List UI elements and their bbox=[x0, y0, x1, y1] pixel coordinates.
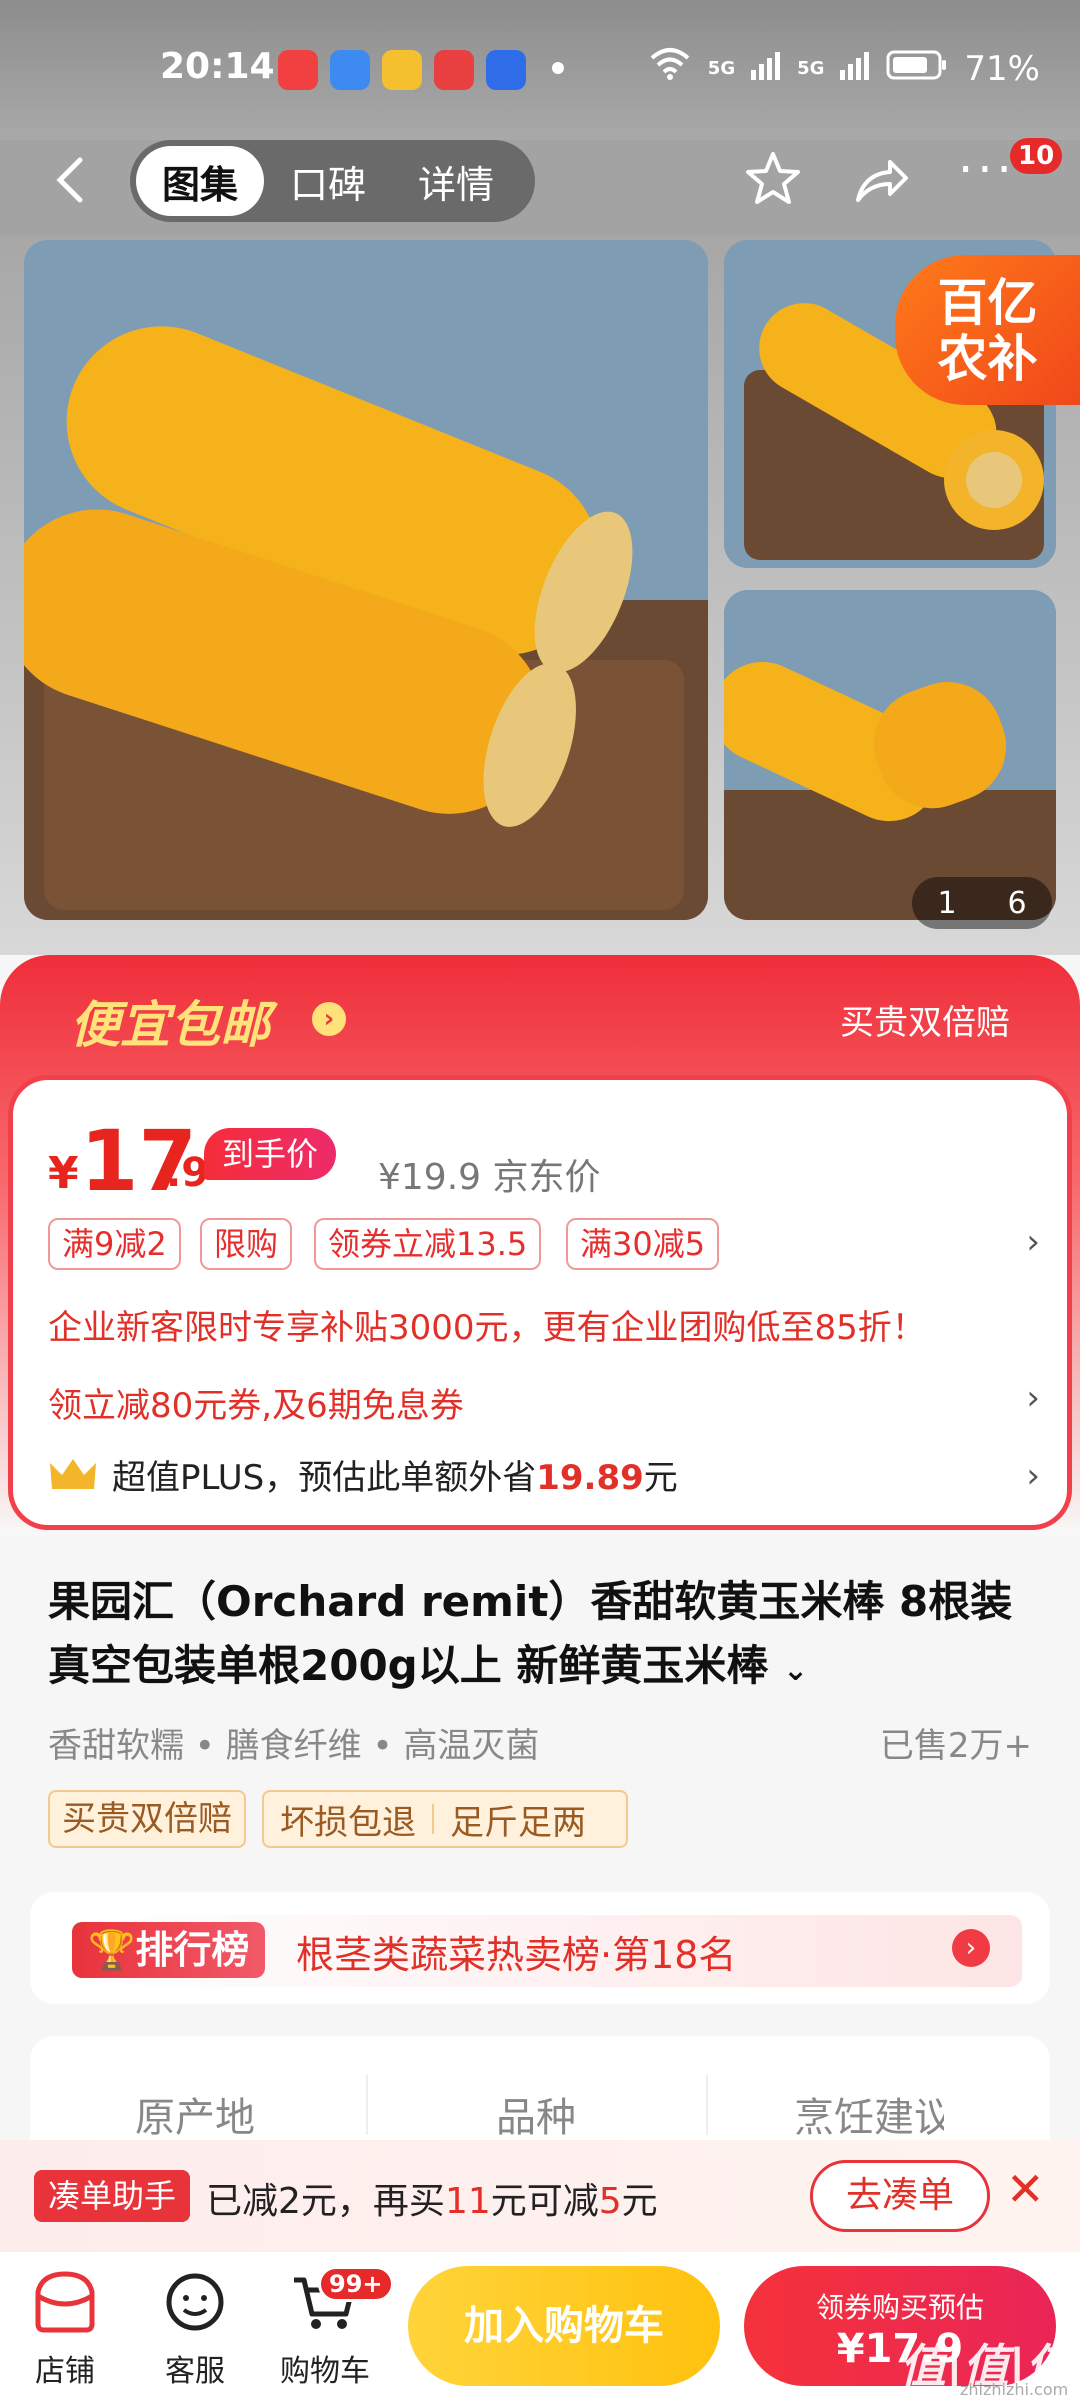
tab-reviews[interactable]: 口碑 bbox=[264, 146, 392, 216]
promo-chip[interactable]: 领券立减13.5 bbox=[314, 1218, 542, 1270]
signal-icon-2 bbox=[840, 49, 870, 89]
photo-counter: 1 6 bbox=[912, 877, 1052, 929]
customer-service-label[interactable]: 客服 bbox=[140, 2346, 250, 2390]
app-notification-icon bbox=[278, 50, 318, 90]
photo-counter-total: 6 bbox=[1007, 885, 1027, 921]
battery-icon bbox=[886, 49, 948, 89]
promo-chip[interactable]: 满30减5 bbox=[566, 1218, 720, 1270]
watermark-url: zhizhizhi.com bbox=[960, 2380, 1069, 2399]
divider bbox=[366, 2075, 368, 2135]
attr-origin[interactable]: 原产地 bbox=[135, 2085, 255, 2143]
crown-icon bbox=[48, 1455, 98, 1495]
baidu-notification-icon bbox=[486, 50, 526, 90]
main-product-photo[interactable] bbox=[24, 240, 708, 920]
cart-label[interactable]: 购物车 bbox=[270, 2346, 380, 2390]
thumbnail-photo[interactable] bbox=[724, 590, 1056, 920]
price-currency: ¥ bbox=[48, 1148, 79, 1199]
ranking-text[interactable]: 根茎类蔬菜热卖榜·第18名 bbox=[296, 1924, 736, 1979]
banner-title[interactable]: 便宜包邮 bbox=[70, 985, 270, 1057]
status-time: 20:14 bbox=[160, 46, 275, 87]
network-type-2: 5G bbox=[797, 58, 825, 79]
subsidy-sticker: 百亿 农补 bbox=[895, 255, 1080, 405]
banner-chevron-icon[interactable]: › bbox=[312, 1002, 346, 1036]
guarantee-tag-group: 坏损包退 足斤足两 bbox=[262, 1790, 628, 1848]
bundle-helper-text: 已减2元，再买11元可减5元 bbox=[206, 2181, 658, 2222]
chevron-right-icon[interactable]: › bbox=[1026, 1456, 1040, 1496]
app-notification-icon bbox=[330, 50, 370, 90]
customer-service-icon[interactable] bbox=[160, 2270, 230, 2334]
battery-percent: 71% bbox=[964, 48, 1040, 89]
promo-chip[interactable]: 限购 bbox=[200, 1218, 293, 1270]
photo-counter-current: 1 bbox=[937, 885, 957, 921]
coupon-offer[interactable]: 领立减80元券,及6期免息券 bbox=[48, 1378, 464, 1427]
store-icon[interactable] bbox=[30, 2270, 100, 2334]
chevron-right-icon[interactable]: › bbox=[1026, 1378, 1040, 1418]
promo-chip[interactable]: 满9减2 bbox=[48, 1218, 181, 1270]
chevron-right-icon[interactable]: › bbox=[952, 1929, 990, 1967]
banner-guarantee: 买贵双倍赔 bbox=[840, 1003, 1010, 1043]
final-price-tag: 到手价 bbox=[204, 1128, 337, 1180]
favorite-star-icon[interactable] bbox=[742, 148, 804, 210]
more-notifications-dot-icon bbox=[552, 62, 564, 74]
tab-gallery[interactable]: 图集 bbox=[136, 146, 265, 216]
tab-details[interactable]: 详情 bbox=[392, 146, 520, 216]
sold-count: 已售2万+ bbox=[879, 1726, 1032, 1766]
signal-icon bbox=[751, 49, 781, 89]
jd-price: ¥19.9 京东价 bbox=[378, 1157, 601, 1198]
guarantee-tag: 买贵双倍赔 bbox=[48, 1790, 246, 1848]
trophy-icon: 🏆 bbox=[88, 1928, 136, 1972]
network-type-1: 5G bbox=[707, 58, 736, 79]
add-to-cart-button[interactable]: 加入购物车 bbox=[408, 2266, 720, 2386]
message-badge: 10 bbox=[1010, 138, 1063, 174]
guarantee-tag: 坏损包退 bbox=[280, 1802, 416, 1843]
close-icon[interactable]: ✕ bbox=[1006, 2162, 1045, 2216]
system-icons: 5G 5G 71% bbox=[648, 46, 1040, 91]
cart-badge: 99+ bbox=[318, 2266, 394, 2302]
attr-cooking[interactable]: 烹饪建议 bbox=[794, 2085, 944, 2143]
back-icon[interactable] bbox=[50, 150, 100, 220]
app-notification-icon bbox=[434, 50, 474, 90]
bundle-helper-tag: 凑单助手 bbox=[34, 2170, 191, 2222]
attr-variety[interactable]: 品种 bbox=[496, 2085, 576, 2143]
chevron-right-icon[interactable]: › bbox=[1026, 1222, 1040, 1262]
ranking-label: 🏆排行榜 bbox=[72, 1922, 266, 1978]
bundle-button[interactable]: 去凑单 bbox=[810, 2160, 990, 2232]
enterprise-offer[interactable]: 企业新客限时专享补贴3000元，更有企业团购低至85折！ bbox=[48, 1300, 926, 1349]
plus-savings[interactable]: 超值PLUS，预估此单额外省19.89元 bbox=[112, 1450, 678, 1499]
section-tabs: 图集 口碑 详情 bbox=[130, 140, 535, 222]
product-title[interactable]: 果园汇（Orchard remit）香甜软黄玉米棒 8根装真空包装单根200g以… bbox=[48, 1570, 1038, 1703]
feature-tags: 香甜软糯 • 膳食纤维 • 高温灭菌 bbox=[48, 1726, 540, 1766]
share-icon[interactable] bbox=[850, 150, 912, 212]
weibo-notification-icon bbox=[382, 50, 422, 90]
price-decimal: .9 bbox=[166, 1150, 210, 1196]
store-label[interactable]: 店铺 bbox=[10, 2346, 120, 2390]
divider bbox=[706, 2075, 708, 2135]
wifi-icon bbox=[648, 46, 692, 91]
guarantee-tag: 足斤足两 bbox=[450, 1802, 586, 1843]
chevron-down-icon[interactable]: ⌄ bbox=[783, 1653, 808, 1688]
